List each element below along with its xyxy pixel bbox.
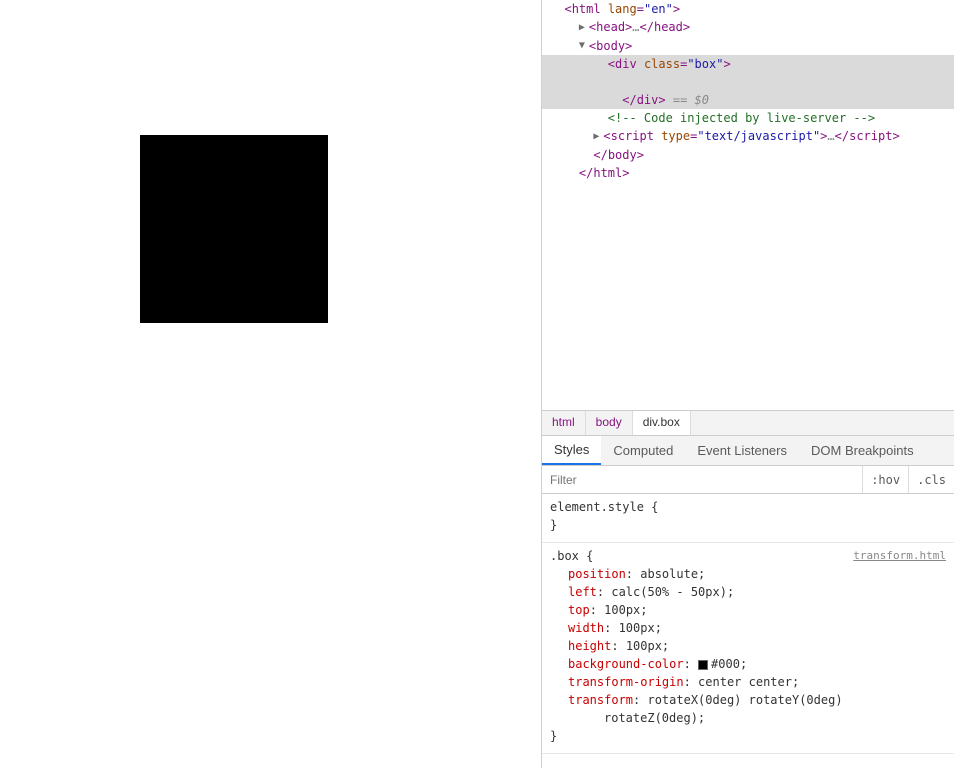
dom-line-div-open[interactable]: ⋯ <div class="box"> <box>542 55 954 73</box>
crumb-divbox[interactable]: div.box <box>633 411 691 435</box>
dom-line-body-open[interactable]: ▼<body> <box>542 37 954 56</box>
elements-tree[interactable]: <html lang="en"> ▶<head>…</head> ▼<body>… <box>542 0 954 410</box>
collapse-icon[interactable]: ▼ <box>579 37 589 55</box>
tab-computed[interactable]: Computed <box>601 437 685 464</box>
prop-position[interactable]: position: absolute; <box>550 565 946 583</box>
dom-line-html-close[interactable]: </html> <box>542 164 954 182</box>
dom-line-head[interactable]: ▶<head>…</head> <box>542 18 954 37</box>
color-swatch-icon[interactable] <box>698 660 708 670</box>
filter-input[interactable] <box>542 469 862 491</box>
hov-toggle[interactable]: :hov <box>862 466 908 493</box>
prop-transform-cont[interactable]: rotateZ(0deg); <box>550 709 946 727</box>
cls-toggle[interactable]: .cls <box>908 466 954 493</box>
source-link[interactable]: transform.html <box>853 547 946 565</box>
prop-transform[interactable]: transform: rotateX(0deg) rotateY(0deg) <box>550 691 946 709</box>
expand-icon[interactable]: ▶ <box>579 19 589 37</box>
breadcrumb: html body div.box <box>542 410 954 436</box>
expand-icon[interactable]: ▶ <box>593 128 603 146</box>
prop-bgcolor[interactable]: background-color: #000; <box>550 655 946 673</box>
devtools-panel: <html lang="en"> ▶<head>…</head> ▼<body>… <box>541 0 954 768</box>
styles-body[interactable]: element.style { } .box { transform.html … <box>542 494 954 768</box>
dom-line-div-close[interactable]: </div> == $0 <box>542 91 954 109</box>
prop-top[interactable]: top: 100px; <box>550 601 946 619</box>
prop-transform-origin[interactable]: transform-origin: center center; <box>550 673 946 691</box>
tab-styles[interactable]: Styles <box>542 436 601 465</box>
prop-left[interactable]: left: calc(50% - 50px); <box>550 583 946 601</box>
rendered-page <box>0 0 541 768</box>
tab-dom-breakpoints[interactable]: DOM Breakpoints <box>799 437 926 464</box>
prop-width[interactable]: width: 100px; <box>550 619 946 637</box>
tab-event-listeners[interactable]: Event Listeners <box>685 437 799 464</box>
box-element <box>140 135 328 323</box>
dom-line-blank[interactable] <box>542 73 954 91</box>
crumb-body[interactable]: body <box>586 411 633 435</box>
dom-line-script[interactable]: ▶<script type="text/javascript">…</scrip… <box>542 127 954 146</box>
crumb-html[interactable]: html <box>542 411 586 435</box>
rule-element-style[interactable]: element.style { } <box>542 494 954 543</box>
rule-box[interactable]: .box { transform.html position: absolute… <box>542 543 954 754</box>
dom-line-body-close[interactable]: </body> <box>542 146 954 164</box>
dom-line-comment[interactable]: <!-- Code injected by live-server --> <box>542 109 954 127</box>
filter-row: :hov .cls <box>542 466 954 494</box>
dom-line-html-open[interactable]: <html lang="en"> <box>542 0 954 18</box>
styles-tabs: Styles Computed Event Listeners DOM Brea… <box>542 436 954 466</box>
prop-height[interactable]: height: 100px; <box>550 637 946 655</box>
